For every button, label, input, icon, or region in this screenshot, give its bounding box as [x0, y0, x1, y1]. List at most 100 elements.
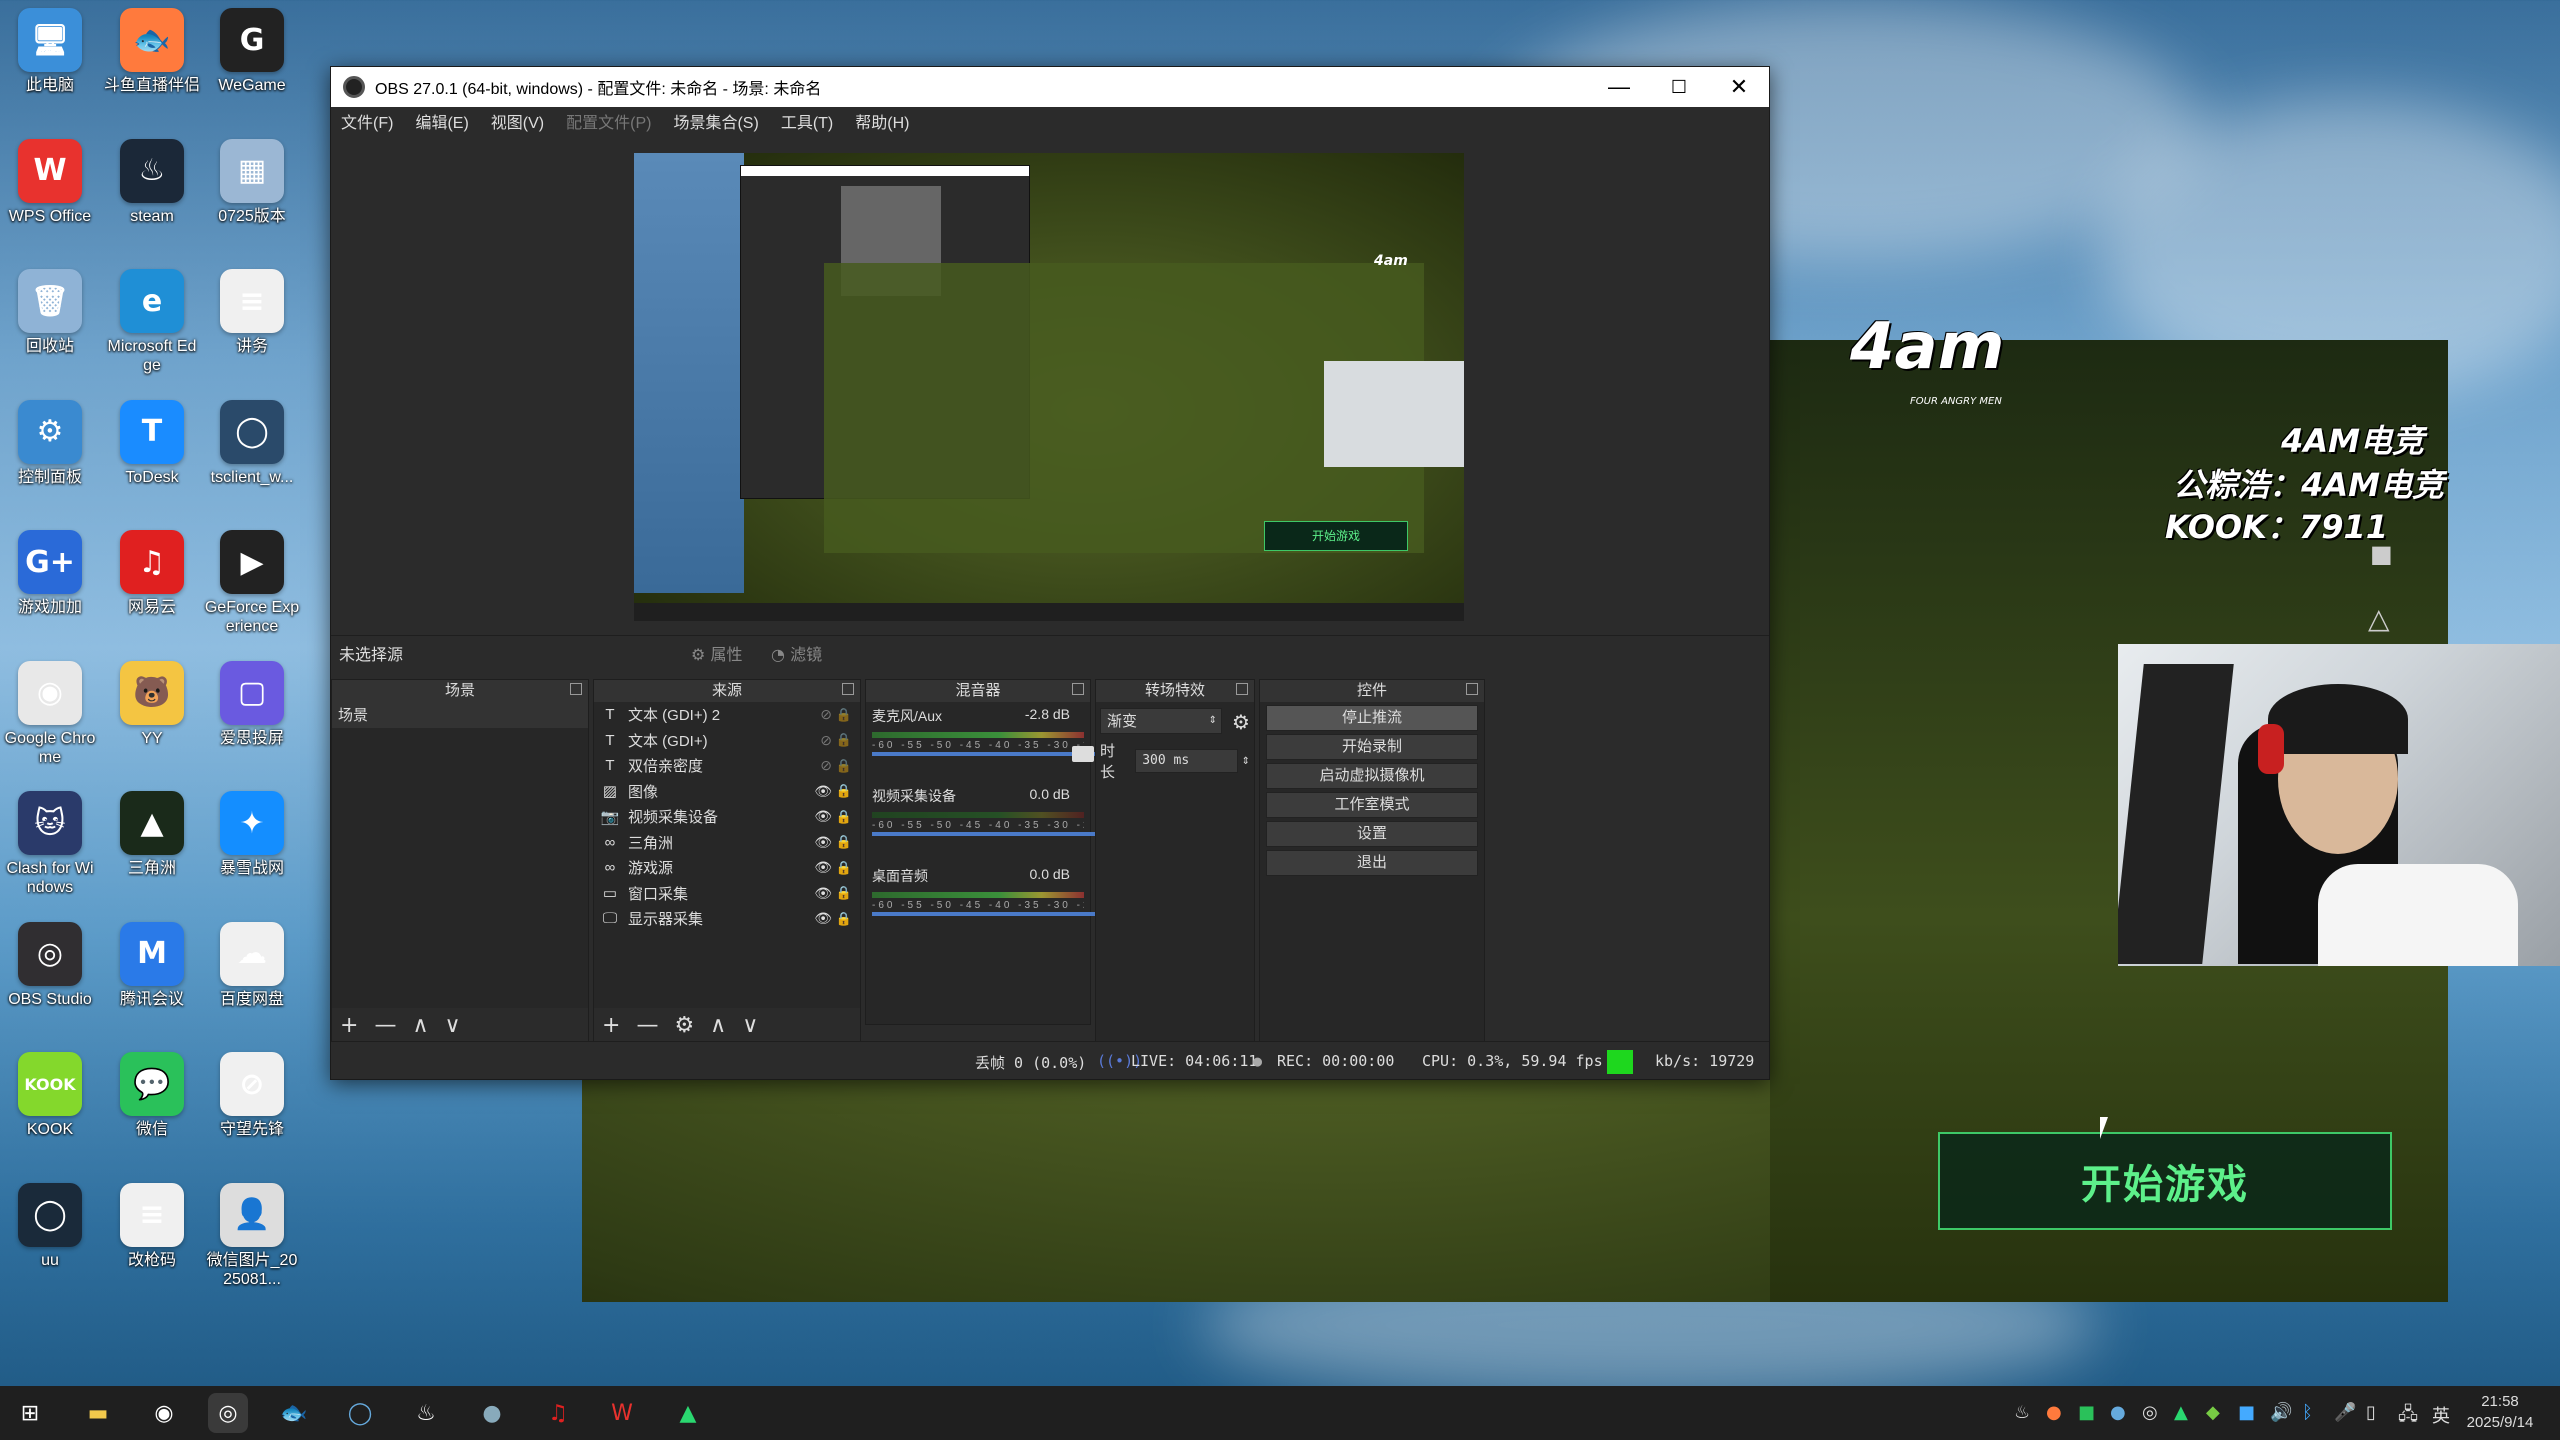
- volume-slider[interactable]: [872, 746, 1132, 762]
- desktop-icon[interactable]: ♫ 网易云: [104, 530, 200, 617]
- volume-slider[interactable]: [872, 906, 1132, 922]
- desktop-icon[interactable]: 🐻 YY: [104, 660, 200, 748]
- desktop-icon[interactable]: T ToDesk: [104, 399, 200, 487]
- transition-select[interactable]: 渐变 ⇕: [1100, 708, 1222, 734]
- clock[interactable]: 21:58 2025/9/14: [2460, 1391, 2540, 1433]
- filters-button[interactable]: ◔ 滤镜: [771, 641, 822, 665]
- source-item[interactable]: 📷 视频采集设备 👁 🔒: [594, 804, 860, 830]
- close-button[interactable]: ✕: [1709, 67, 1769, 107]
- desktop-icon[interactable]: ◯ uu: [2, 1182, 98, 1270]
- tray-nvidia-icon[interactable]: ◆: [2206, 1402, 2220, 1423]
- menu-item[interactable]: 文件(F): [341, 109, 393, 133]
- visibility-eye-icon[interactable]: 👁: [814, 910, 832, 927]
- control-button[interactable]: 工作室模式: [1266, 792, 1478, 818]
- visibility-eye-icon[interactable]: ⊘: [820, 706, 832, 723]
- desktop-icon[interactable]: ◎ OBS Studio: [2, 921, 98, 1009]
- visibility-eye-icon[interactable]: ⊘: [820, 757, 832, 774]
- remove-scene-button[interactable]: —: [374, 1013, 396, 1038]
- lock-icon[interactable]: 🔒: [836, 809, 852, 825]
- wps-taskbar-icon[interactable]: W: [602, 1393, 642, 1433]
- move-down-icon[interactable]: ∨: [445, 1013, 461, 1038]
- tray-douyu-icon[interactable]: ●: [2046, 1402, 2062, 1423]
- maximize-button[interactable]: ☐: [1649, 67, 1709, 107]
- control-button[interactable]: 停止推流: [1266, 705, 1478, 731]
- desktop-icon[interactable]: G+ 游戏加加: [2, 530, 98, 617]
- slider-knob[interactable]: [1072, 746, 1094, 762]
- desktop-icon[interactable]: ▲ 三角洲: [104, 791, 200, 878]
- source-settings-icon[interactable]: ⚙: [674, 1013, 694, 1038]
- lock-icon[interactable]: 🔒: [836, 707, 852, 723]
- menu-item[interactable]: 工具(T): [781, 109, 833, 133]
- uu-taskbar-icon[interactable]: ◯: [340, 1393, 380, 1433]
- lock-icon[interactable]: 🔒: [836, 834, 852, 850]
- menu-item[interactable]: 视图(V): [491, 109, 544, 133]
- dock-float-icon[interactable]: [842, 683, 854, 695]
- desktop-icon[interactable]: e Microsoft Edge: [104, 269, 200, 375]
- duration-input[interactable]: 300 ms: [1135, 749, 1238, 773]
- tray-steam-icon[interactable]: ♨: [2014, 1402, 2030, 1423]
- desktop-icon[interactable]: 🐟 斗鱼直播伴侣: [104, 8, 200, 95]
- desktop-icon[interactable]: 🐱 Clash for Windows: [2, 791, 98, 897]
- desktop-icon[interactable]: KOOK KOOK: [2, 1052, 98, 1139]
- desktop-icon[interactable]: M 腾讯会议: [104, 921, 200, 1009]
- desktop-icon[interactable]: ◉ Google Chrome: [2, 660, 98, 767]
- properties-button[interactable]: ⚙ 属性: [691, 641, 742, 665]
- desktop-icon[interactable]: ✦ 暴雪战网: [204, 791, 300, 878]
- visibility-eye-icon[interactable]: 👁: [814, 859, 832, 876]
- spin-icon[interactable]: ⇕: [1242, 756, 1250, 767]
- desktop-icon[interactable]: ⊘ 守望先锋: [204, 1052, 300, 1139]
- tray-bluetooth-icon[interactable]: ᛒ: [2302, 1402, 2313, 1423]
- add-source-button[interactable]: +: [602, 1013, 620, 1038]
- desktop-icon[interactable]: ♨ steam: [104, 138, 200, 226]
- desktop-icon[interactable]: ⚙ 控制面板: [2, 399, 98, 487]
- source-item[interactable]: ▭ 窗口采集 👁 🔒: [594, 881, 860, 907]
- netease-taskbar-icon[interactable]: ♫: [538, 1393, 578, 1433]
- tray-wechat-icon[interactable]: ■: [2078, 1402, 2095, 1423]
- delta-taskbar-icon[interactable]: ▲: [668, 1393, 708, 1433]
- tray-battery-icon[interactable]: ▯: [2366, 1402, 2376, 1423]
- desktop-icon[interactable]: ▦ 0725版本: [204, 138, 300, 226]
- dock-float-icon[interactable]: [570, 683, 582, 695]
- desktop-icon[interactable]: G WeGame: [204, 8, 300, 95]
- visibility-eye-icon[interactable]: 👁: [814, 885, 832, 902]
- dock-float-icon[interactable]: [1072, 683, 1084, 695]
- tray-network-icon[interactable]: 🖧: [2398, 1402, 2418, 1432]
- chrome-taskbar-icon[interactable]: ◉: [144, 1393, 184, 1433]
- add-scene-button[interactable]: +: [340, 1013, 358, 1038]
- lock-icon[interactable]: 🔒: [836, 732, 852, 748]
- tray-mic-icon[interactable]: 🎤: [2334, 1402, 2356, 1423]
- minimize-button[interactable]: —: [1589, 67, 1649, 107]
- tray-volume-icon[interactable]: 🔊: [2270, 1402, 2292, 1423]
- menu-item[interactable]: 场景集合(S): [673, 109, 758, 133]
- menu-item[interactable]: 帮助(H): [855, 109, 909, 133]
- source-item[interactable]: T 文本 (GDI+) ⊘ 🔒: [594, 728, 860, 754]
- visibility-eye-icon[interactable]: 👁: [814, 808, 832, 825]
- preview-canvas[interactable]: 开始游戏 4am: [634, 153, 1464, 621]
- desktop-icon[interactable]: W WPS Office: [2, 138, 98, 226]
- tray-app-icon[interactable]: ●: [2110, 1402, 2126, 1423]
- tray-delta-icon[interactable]: ▲: [2174, 1402, 2188, 1423]
- lock-icon[interactable]: 🔒: [836, 860, 852, 876]
- control-button[interactable]: 启动虚拟摄像机: [1266, 763, 1478, 789]
- desktop-icon[interactable]: 💬 微信: [104, 1052, 200, 1139]
- ime-indicator[interactable]: 英: [2432, 1402, 2450, 1428]
- desktop-icon[interactable]: ☁ 百度网盘: [204, 921, 300, 1009]
- move-up-icon[interactable]: ∧: [412, 1013, 428, 1038]
- scene-item[interactable]: 场景: [332, 702, 588, 728]
- source-item[interactable]: T 双倍亲密度 ⊘ 🔒: [594, 753, 860, 779]
- desktop-icon[interactable]: ≡ 讲务: [204, 269, 300, 356]
- menu-item[interactable]: 编辑(E): [415, 109, 468, 133]
- tray-todesk-icon[interactable]: ■: [2238, 1402, 2255, 1423]
- visibility-eye-icon[interactable]: 👁: [814, 834, 832, 851]
- source-item[interactable]: ∞ 三角洲 👁 🔒: [594, 830, 860, 856]
- move-down-icon[interactable]: ∨: [742, 1013, 758, 1038]
- desktop-icon[interactable]: ≡ 改枪码: [104, 1182, 200, 1270]
- source-item[interactable]: 🖵 显示器采集 👁 🔒: [594, 906, 860, 932]
- desktop-icon[interactable]: 👤 微信图片_2025081...: [204, 1182, 300, 1289]
- desktop-icon[interactable]: 🗑 回收站: [2, 269, 98, 356]
- control-button[interactable]: 开始录制: [1266, 734, 1478, 760]
- steam-taskbar-icon[interactable]: ♨: [406, 1393, 446, 1433]
- volume-slider[interactable]: [872, 826, 1132, 842]
- desktop-icon[interactable]: 🖥 此电脑: [2, 8, 98, 95]
- obs-taskbar-icon[interactable]: ◎: [208, 1393, 248, 1433]
